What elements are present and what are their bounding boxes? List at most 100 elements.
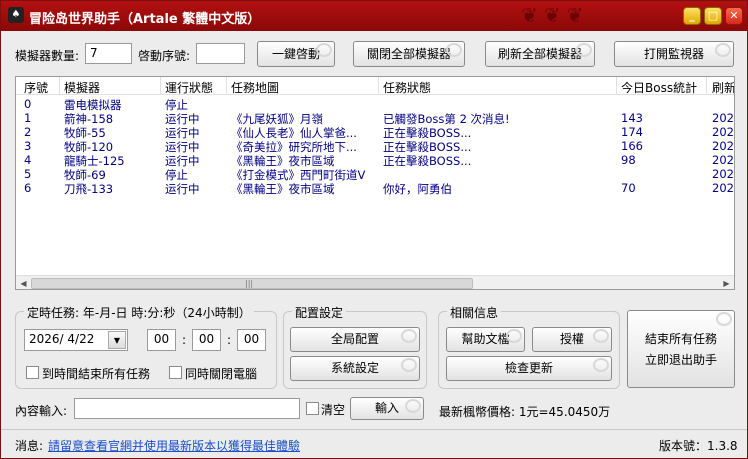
clear-label: 清空 [321,403,346,417]
column-header-task-map[interactable]: 任務地圖 [231,79,279,96]
swirl-decoration-icon [716,312,732,326]
cell-refresh: 2026 [712,139,734,153]
horizontal-scrollbar[interactable]: ◀ ||| ▶ [16,275,734,289]
start-index-label: 啓動序號: [138,49,191,63]
column-header-index[interactable]: 序號 [24,79,48,96]
scroll-grip-icon: ||| [245,279,254,288]
column-divider [378,77,379,95]
table-row[interactable]: 3 牧師-120 运行中 《奇美拉》研究所地下... 正在擊殺BOSS... 1… [16,139,734,154]
column-divider [226,77,227,95]
clear-checkbox[interactable] [306,402,319,415]
table-row[interactable]: 5 牧師-69 停止 《打金模式》西門町街道V 2026 [16,167,734,182]
cell-task-status: 你好，阿勇伯 [383,182,452,196]
scroll-right-icon[interactable]: ▶ [719,277,734,289]
swirl-decoration-icon [405,399,421,413]
column-header-task-status[interactable]: 任務狀態 [383,79,431,96]
swirl-decoration-icon [715,43,731,57]
emulator-count-input[interactable]: 7 [85,43,132,64]
scroll-thumb[interactable]: ||| [31,278,473,289]
column-header-refresh[interactable]: 刷新 [712,79,734,96]
emulator-table[interactable]: 序號 模擬器 運行狀態 任務地圖 任務狀態 今日Boss統計 刷新 0 雷电模拟… [15,76,735,290]
submit-input-button[interactable]: 輸入 [350,397,424,420]
refresh-all-emulators-button[interactable]: 刷新全部模擬器 [485,41,595,67]
cell-boss-stats: 166 [621,139,643,153]
maximize-button[interactable]: □ [704,7,722,25]
table-row[interactable]: 0 雷电模拟器 停止 [16,97,734,112]
column-divider [706,77,707,95]
schedule-group-title: 定時任務: 年-月-日 時:分:秒（24小時制） [24,304,254,321]
system-settings-label: 系統設定 [330,361,379,375]
status-message-link[interactable]: 請留意查看官網并使用最新版本以獲得最佳體驗 [48,437,300,454]
cell-refresh: 2026 [712,111,734,125]
column-header-boss-stats[interactable]: 今日Boss統計 [621,79,697,96]
start-index-input[interactable] [196,43,245,64]
minimize-button[interactable]: _ [683,7,701,25]
column-header-emulator[interactable]: 模擬器 [64,79,100,96]
column-divider [616,77,617,95]
table-header: 序號 模擬器 運行狀態 任務地圖 任務狀態 今日Boss統計 刷新 [16,77,734,96]
title-bar[interactable]: ♠ 冒险岛世界助手（Artale 繁體中文版） ❦❦❦ _ □ ✕ [1,1,747,31]
cell-index: 2 [24,125,32,139]
cell-refresh: 2026 [712,125,734,139]
shutdown-checkbox[interactable] [169,366,182,379]
content-input[interactable] [74,398,300,419]
column-header-run-status[interactable]: 運行狀態 [165,79,213,96]
time-separator: : [182,333,187,347]
check-update-button[interactable]: 檢查更新 [446,356,612,381]
cell-index: 1 [24,111,32,125]
exit-all-button[interactable]: 結束所有任務 立即退出助手 [627,310,735,388]
scroll-left-icon[interactable]: ◀ [16,277,31,289]
title-decoration-icon: ❦❦❦ [521,3,590,27]
date-picker[interactable]: 2026/ 4/22 ▼ [24,329,128,351]
emulator-count-label: 模擬器數量: [15,49,80,63]
cell-boss-stats: 143 [621,111,643,125]
submit-input-label: 輸入 [374,401,399,415]
dropdown-arrow-icon[interactable]: ▼ [108,331,126,349]
cell-index: 4 [24,153,32,167]
global-config-button[interactable]: 全局配置 [290,327,420,352]
system-settings-button[interactable]: 系統設定 [290,356,420,381]
one-click-start-button[interactable]: 一鍵啓動 [257,41,335,67]
refresh-all-label: 刷新全部模擬器 [497,47,582,61]
shutdown-label: 同時關閉電腦 [185,367,258,381]
end-tasks-label: 到時間結束所有任務 [42,367,151,381]
time-separator: : [227,333,232,347]
cell-run-status: 运行中 [165,182,200,196]
app-window: ♠ 冒险岛世界助手（Artale 繁體中文版） ❦❦❦ _ □ ✕ 模擬器數量:… [0,0,748,459]
swirl-decoration-icon [316,43,332,57]
table-row[interactable]: 1 箭神-158 运行中 《九尾妖狐》月嶺 已觸發Boss第 2 次消息! 14… [16,111,734,126]
open-monitor-label: 打開監視器 [643,47,704,61]
end-tasks-checkbox[interactable] [26,366,39,379]
column-divider [59,77,60,95]
swirl-decoration-icon [401,358,417,372]
table-row[interactable]: 4 龍騎士-125 运行中 《黑輪王》夜市區域 正在擊殺BOSS... 98 2… [16,153,734,168]
column-divider [160,77,161,95]
swirl-decoration-icon [506,329,522,343]
authorize-button[interactable]: 授權 [532,327,612,352]
close-all-emulators-button[interactable]: 關閉全部模擬器 [353,41,465,67]
table-row[interactable]: 6 刀飛-133 运行中 《黑輪王》夜市區域 你好，阿勇伯 70 2026 [16,181,734,196]
info-group-title: 相關信息 [447,304,502,321]
cell-index: 0 [24,97,32,111]
date-value: 2026/ 4/22 [29,332,95,346]
hour-input[interactable]: 00 [147,329,176,351]
global-config-label: 全局配置 [330,332,379,346]
close-button[interactable]: ✕ [725,7,743,25]
content-input-label: 內容輸入: [15,404,68,418]
cell-boss-stats: 98 [621,153,636,167]
check-update-label: 檢查更新 [504,361,553,375]
swirl-decoration-icon [401,329,417,343]
cell-boss-stats: 174 [621,125,643,139]
help-doc-button[interactable]: 幫助文檔 [446,327,525,352]
cell-refresh: 2026 [712,153,734,167]
cell-boss-stats: 70 [621,181,636,195]
minute-input[interactable]: 00 [192,329,221,351]
cell-refresh: 2026 [712,181,734,195]
table-row[interactable]: 2 牧師-55 运行中 《仙人長老》仙人掌爸... 正在擊殺BOSS... 17… [16,125,734,140]
swirl-decoration-icon [593,329,609,343]
help-doc-label: 幫助文檔 [461,332,510,346]
second-input[interactable]: 00 [237,329,266,351]
exit-all-line1: 結束所有任務 [644,332,717,346]
config-group-title: 配置設定 [292,304,347,321]
open-monitor-button[interactable]: 打開監視器 [614,41,734,67]
